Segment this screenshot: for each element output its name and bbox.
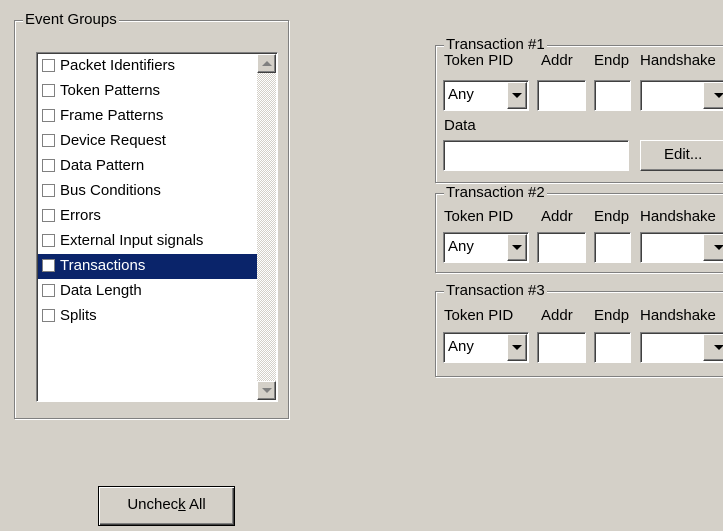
handshake-dropdown-button[interactable] [703,82,723,109]
uncheck-all-label-suffix: All [185,496,206,513]
addr-label: Addr [541,307,573,324]
chevron-down-icon [512,93,522,98]
token-pid-dropdown-button[interactable] [507,82,527,109]
checkbox[interactable] [42,159,55,172]
token-pid-dropdown-button[interactable] [507,334,527,361]
checkbox[interactable] [42,84,55,97]
checkbox[interactable] [42,209,55,222]
token-pid-combo[interactable]: Any [443,80,529,111]
uncheck-all-label-prefix: Unchec [127,496,179,513]
handshake-combo[interactable] [640,332,723,363]
list-item-splits[interactable]: Splits [38,304,257,329]
list-item-label: Bus Conditions [60,182,161,199]
checkbox[interactable] [42,284,55,297]
scroll-down-button[interactable] [257,381,276,400]
token-pid-dropdown-button[interactable] [507,234,527,261]
listbox-scrollbar[interactable] [257,54,276,400]
endp-label: Endp [594,52,630,69]
token-pid-combo[interactable]: Any [443,232,529,263]
token-pid-value: Any [448,338,474,355]
checkbox[interactable] [42,109,55,122]
uncheck-all-button[interactable]: Uncheck All [98,486,235,526]
arrow-down-icon [262,388,272,393]
arrow-up-icon [262,61,272,66]
edit-button[interactable]: Edit... [640,140,723,171]
token-pid-label: Token PID [444,52,514,69]
endp-input[interactable] [594,232,631,263]
handshake-dropdown-button[interactable] [703,234,723,261]
token-pid-label: Token PID [444,307,514,324]
list-item-label: Errors [60,207,101,224]
list-item-errors[interactable]: Errors [38,204,257,229]
transaction-2-title: Transaction #2 [444,184,547,202]
addr-input[interactable] [537,332,586,363]
list-item-transactions[interactable]: Transactions [38,254,257,279]
event-groups-list: Packet Identifiers Token Patterns Frame … [38,54,257,329]
addr-label: Addr [541,52,573,69]
list-item-label: Packet Identifiers [60,57,176,74]
addr-input[interactable] [537,80,586,111]
data-label: Data [444,117,476,134]
handshake-combo[interactable] [640,80,723,111]
list-item-bus-conditions[interactable]: Bus Conditions [38,179,257,204]
list-item-frame-patterns[interactable]: Frame Patterns [38,104,257,129]
token-pid-label: Token PID [444,208,514,225]
checkbox[interactable] [42,259,55,272]
list-item-label: Transactions [60,257,146,274]
list-item-label: Frame Patterns [60,107,164,124]
checkbox[interactable] [42,184,55,197]
checkbox[interactable] [42,134,55,147]
endp-label: Endp [594,208,630,225]
list-item-token-patterns[interactable]: Token Patterns [38,79,257,104]
endp-input[interactable] [594,80,631,111]
addr-input[interactable] [537,232,586,263]
handshake-combo[interactable] [640,232,723,263]
token-pid-value: Any [448,238,474,255]
token-pid-value: Any [448,86,474,103]
checkbox[interactable] [42,234,55,247]
list-item-label: Token Patterns [60,82,161,99]
handshake-label: Handshake [640,52,716,69]
chevron-down-icon [512,245,522,250]
chevron-down-icon [714,245,723,250]
handshake-dropdown-button[interactable] [703,334,723,361]
list-item-data-length[interactable]: Data Length [38,279,257,304]
checkbox[interactable] [42,309,55,322]
handshake-label: Handshake [640,208,716,225]
edit-button-label: Edit... [664,146,703,163]
list-item-label: Data Length [60,282,142,299]
checkbox[interactable] [42,59,55,72]
list-item-data-pattern[interactable]: Data Pattern [38,154,257,179]
uncheck-all-label-accel: k [178,496,186,513]
chevron-down-icon [512,345,522,350]
handshake-label: Handshake [640,307,716,324]
list-item-label: External Input signals [60,232,204,249]
event-groups-listbox[interactable]: Packet Identifiers Token Patterns Frame … [36,52,278,402]
data-input[interactable] [443,140,629,171]
list-item-device-request[interactable]: Device Request [38,129,257,154]
token-pid-combo[interactable]: Any [443,332,529,363]
list-item-external-input-signals[interactable]: External Input signals [38,229,257,254]
list-item-label: Device Request [60,132,166,149]
event-groups-title: Event Groups [23,11,119,29]
endp-label: Endp [594,307,630,324]
transaction-3-title: Transaction #3 [444,282,547,300]
endp-input[interactable] [594,332,631,363]
scroll-up-button[interactable] [257,54,276,73]
list-item-label: Splits [60,307,97,324]
list-item-label: Data Pattern [60,157,145,174]
chevron-down-icon [714,93,723,98]
list-item-packet-identifiers[interactable]: Packet Identifiers [38,54,257,79]
addr-label: Addr [541,208,573,225]
chevron-down-icon [714,345,723,350]
